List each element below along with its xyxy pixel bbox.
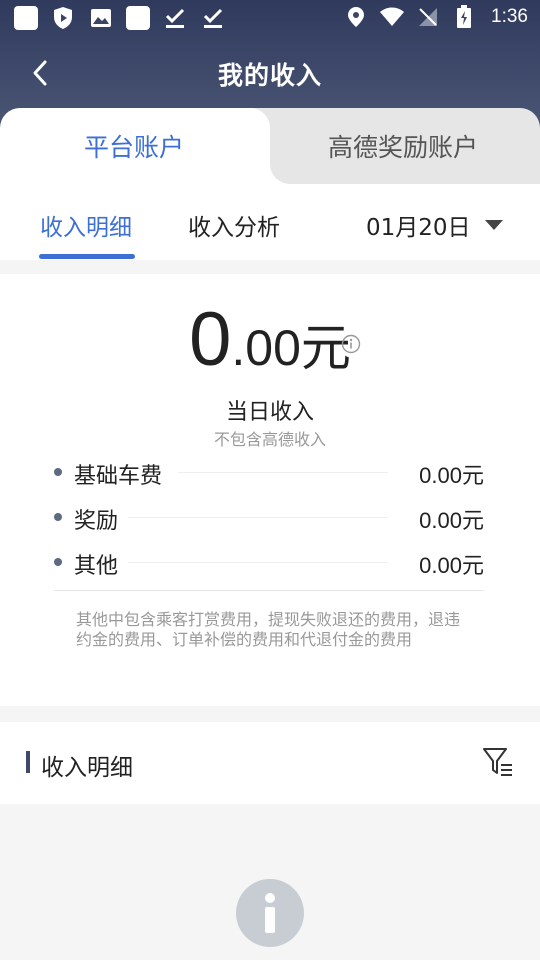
row-leader-line	[178, 472, 388, 473]
date-label: 01月20日	[366, 215, 471, 241]
date-selector[interactable]: 01月20日	[366, 208, 503, 242]
daily-income-label: 当日收入	[225, 400, 314, 425]
clock: 1:36	[491, 6, 528, 27]
tab-corner	[270, 164, 290, 184]
info-bar	[265, 907, 275, 933]
amount-fraction: .00元	[231, 320, 351, 376]
bullet-dot	[54, 513, 62, 521]
info-dot	[265, 893, 275, 903]
no-signal-icon	[415, 5, 441, 29]
empty-state-info-icon	[236, 879, 304, 947]
image-icon	[88, 6, 114, 30]
sub-tabs: 收入明细 收入分析 01月20日	[0, 184, 540, 260]
status-bar: 1:36	[0, 0, 540, 36]
row-name: 其他	[74, 554, 119, 579]
check-download-icon	[200, 6, 226, 30]
notification-app-icon	[126, 6, 150, 30]
bullet-dot	[54, 558, 62, 566]
other-income-note: 其他中包含乘客打赏费用，提现失败退还的费用，退违约金的费用、订单补偿的费用和代退…	[76, 610, 461, 649]
row-name: 奖励	[74, 509, 119, 534]
tab-label: 平台账户	[84, 133, 185, 162]
tab-income-analysis[interactable]: 收入分析	[188, 208, 280, 242]
account-tabs: 高德奖励账户 平台账户	[0, 108, 540, 184]
row-name: 基础车费	[74, 464, 163, 489]
wifi-icon	[379, 5, 405, 29]
battery-charging-icon	[451, 5, 477, 29]
amount-integer: 0	[189, 297, 232, 382]
income-row-reward: 奖励 0.00元	[54, 503, 484, 534]
row-leader-line	[128, 562, 388, 563]
row-value: 0.00元	[419, 553, 484, 578]
income-summary-card: 0.00元 当日收入 不包含高德收入 基础车费 0.00元 奖励 0.00元 其…	[0, 274, 540, 706]
income-detail-header: 收入明细	[0, 722, 540, 804]
tab-income-detail[interactable]: 收入明细	[40, 208, 132, 242]
tab-label: 高德奖励账户	[328, 133, 479, 162]
row-leader-line	[128, 517, 388, 518]
filter-icon	[483, 748, 512, 776]
section-marker	[26, 751, 30, 773]
page-title: 我的收入	[217, 61, 322, 90]
income-row-other: 其他 0.00元	[54, 548, 484, 579]
caret-down-icon	[484, 220, 503, 230]
filter-button[interactable]	[482, 746, 514, 780]
nav-bar: 我的收入	[0, 44, 540, 100]
divider	[54, 590, 484, 591]
daily-amount: 0.00元	[0, 296, 540, 383]
check-download-icon	[162, 6, 188, 30]
shield-play-icon	[50, 6, 76, 30]
daily-income-sublabel: 不包含高德收入	[213, 430, 326, 449]
income-row-base-fare: 基础车费 0.00元	[54, 458, 484, 489]
row-value: 0.00元	[419, 463, 484, 488]
row-value: 0.00元	[419, 508, 484, 533]
tab-platform-account[interactable]: 平台账户	[0, 108, 270, 184]
location-icon	[343, 5, 369, 29]
info-icon[interactable]	[341, 334, 361, 354]
bullet-dot	[54, 468, 62, 476]
section-title: 收入明细	[41, 755, 133, 781]
notification-app-icon	[14, 6, 38, 30]
active-tab-indicator	[39, 254, 135, 259]
